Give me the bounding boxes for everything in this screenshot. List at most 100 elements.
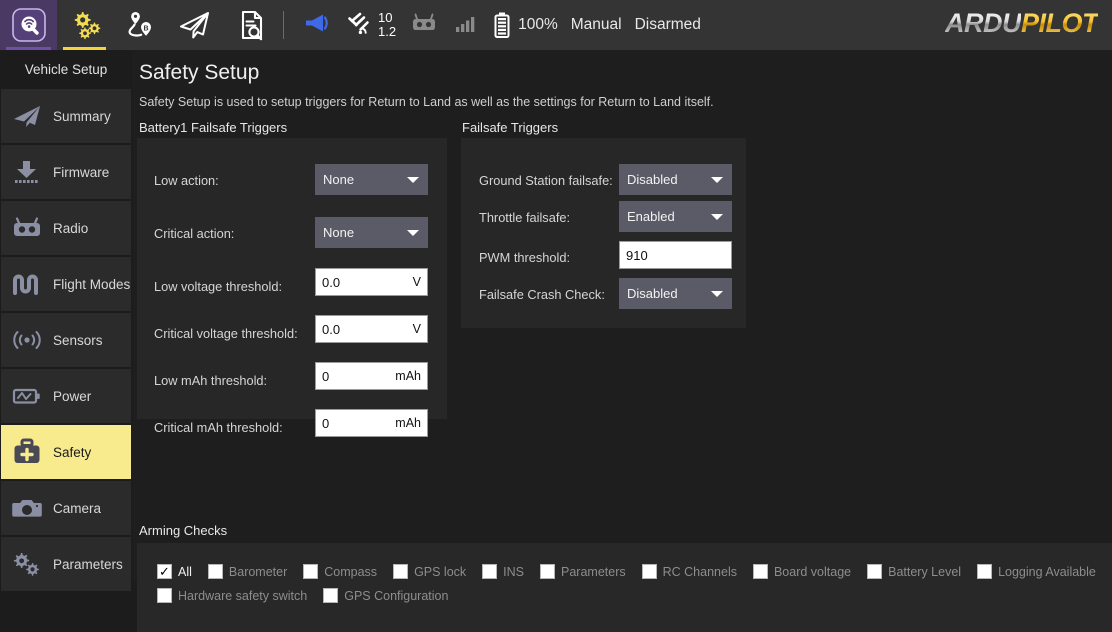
critical-mah-threshold-input[interactable]: 0 mAh <box>315 409 428 437</box>
arming-check-battery-level[interactable]: Battery Level <box>867 564 961 579</box>
checkbox-barometer[interactable] <box>208 564 223 579</box>
sidebar-item-safety[interactable]: Safety <box>1 425 131 479</box>
arming-check-all[interactable]: ✓ All <box>157 564 192 579</box>
arming-check-ins[interactable]: INS <box>482 564 524 579</box>
gps-indicator[interactable]: 10 1.2 <box>347 11 396 38</box>
sidebar-item-camera[interactable]: Camera <box>1 481 131 535</box>
checkbox-battery-level[interactable] <box>867 564 882 579</box>
vehicle-setup-button[interactable] <box>57 0 112 50</box>
vehicle-setup-gears-icon <box>67 8 103 42</box>
fly-button[interactable] <box>167 0 222 50</box>
checkbox-logging-available[interactable] <box>977 564 992 579</box>
sidebar-item-power[interactable]: Power <box>1 369 131 423</box>
armed-state-label[interactable]: Disarmed <box>635 16 701 34</box>
failsafe-crash-check-dropdown[interactable]: Disabled <box>619 278 732 309</box>
ground-station-failsafe-value: Disabled <box>627 172 678 187</box>
checkbox-rc-channels[interactable] <box>642 564 657 579</box>
message-indicator[interactable] <box>296 11 338 40</box>
critical-action-dropdown[interactable]: None <box>315 217 428 248</box>
chevron-down-icon <box>711 291 723 297</box>
sidebar-item-label: Parameters <box>53 557 123 572</box>
logo-ardu-text: ARDU <box>945 8 1021 38</box>
qgc-logo-button[interactable] <box>0 0 57 50</box>
checkbox-gps-lock[interactable] <box>393 564 408 579</box>
arming-check-label: GPS lock <box>414 565 466 579</box>
signal-bars-icon <box>454 13 478 33</box>
plan-button[interactable]: B <box>112 0 167 50</box>
ground-station-failsafe-dropdown[interactable]: Disabled <box>619 164 732 195</box>
checkbox-all[interactable]: ✓ <box>157 564 172 579</box>
chevron-down-icon <box>711 177 723 183</box>
sidebar-title: Vehicle Setup <box>0 50 132 89</box>
low-action-dropdown[interactable]: None <box>315 164 428 195</box>
arming-check-label: Board voltage <box>774 565 851 579</box>
arming-check-board-voltage[interactable]: Board voltage <box>753 564 851 579</box>
sidebar-item-sensors[interactable]: Sensors <box>1 313 131 367</box>
arming-check-label: Compass <box>324 565 377 579</box>
arming-check-rc-channels[interactable]: RC Channels <box>642 564 737 579</box>
arming-check-hardware-safety-switch[interactable]: Hardware safety switch <box>157 588 307 603</box>
rc-indicator[interactable] <box>405 12 443 39</box>
flight-modes-icon <box>10 269 44 299</box>
arming-check-compass[interactable]: Compass <box>303 564 377 579</box>
sidebar-item-summary[interactable]: Summary <box>1 89 131 143</box>
plan-waypoints-icon: B <box>122 8 158 42</box>
sidebar-item-radio[interactable]: Radio <box>1 201 131 255</box>
pwm-threshold-value: 910 <box>626 248 648 263</box>
low-mah-threshold-input[interactable]: 0 mAh <box>315 362 428 390</box>
paper-plane-icon <box>10 101 44 131</box>
battery-indicator[interactable]: 100% <box>489 11 558 39</box>
arming-check-barometer[interactable]: Barometer <box>208 564 287 579</box>
throttle-failsafe-value: Enabled <box>627 209 675 224</box>
telemetry-indicator[interactable] <box>452 13 480 38</box>
sidebar-item-label: Radio <box>53 221 88 236</box>
checkbox-ins[interactable] <box>482 564 497 579</box>
sidebar-item-label: Camera <box>53 501 101 516</box>
camera-icon <box>10 493 44 523</box>
chevron-down-icon <box>407 177 419 183</box>
low-voltage-threshold-input[interactable]: 0.0 V <box>315 268 428 296</box>
checkbox-gps-configuration[interactable] <box>323 588 338 603</box>
chevron-down-icon <box>711 214 723 220</box>
arming-check-gps-lock[interactable]: GPS lock <box>393 564 466 579</box>
critical-voltage-threshold-unit: V <box>413 322 421 336</box>
sensors-waves-icon <box>10 325 44 355</box>
arming-check-label: Barometer <box>229 565 287 579</box>
battery-icon <box>493 11 511 39</box>
low-action-value: None <box>323 172 354 187</box>
flight-mode-label[interactable]: Manual <box>571 16 622 34</box>
sidebar-item-firmware[interactable]: Firmware <box>1 145 131 199</box>
analyze-document-icon <box>232 8 268 42</box>
checkbox-parameters[interactable] <box>540 564 555 579</box>
safety-setup-page: Safety Setup Safety Setup is used to set… <box>132 50 1112 582</box>
chevron-down-icon <box>407 230 419 236</box>
low-voltage-threshold-unit: V <box>413 275 421 289</box>
battery-power-icon <box>10 381 44 411</box>
low-voltage-threshold-label: Low voltage threshold: <box>154 279 314 294</box>
arming-check-parameters[interactable]: Parameters <box>540 564 626 579</box>
pwm-threshold-input[interactable]: 910 <box>619 241 732 269</box>
checkbox-hardware-safety-switch[interactable] <box>157 588 172 603</box>
low-mah-threshold-label: Low mAh threshold: <box>154 373 314 388</box>
arming-check-label: Logging Available <box>998 565 1096 579</box>
critical-mah-threshold-value: 0 <box>322 416 329 431</box>
sidebar-item-flight-modes[interactable]: Flight Modes <box>1 257 131 311</box>
low-mah-threshold-value: 0 <box>322 369 329 384</box>
sidebar-item-label: Sensors <box>53 333 103 348</box>
arming-check-gps-configuration[interactable]: GPS Configuration <box>323 588 448 603</box>
failsafe-crash-check-label: Failsafe Crash Check: <box>479 287 624 302</box>
critical-action-value: None <box>323 225 354 240</box>
arming-check-logging-available[interactable]: Logging Available <box>977 564 1096 579</box>
critical-mah-threshold-label: Critical mAh threshold: <box>154 420 314 435</box>
battery-percent-label: 100% <box>518 16 558 34</box>
analyze-button[interactable] <box>222 0 277 50</box>
sidebar-item-parameters[interactable]: Parameters <box>1 537 131 591</box>
arming-checks-label: Arming Checks <box>139 523 227 538</box>
throttle-failsafe-dropdown[interactable]: Enabled <box>619 201 732 232</box>
sidebar-item-label: Power <box>53 389 91 404</box>
throttle-failsafe-label: Throttle failsafe: <box>479 210 624 225</box>
checkbox-compass[interactable] <box>303 564 318 579</box>
critical-voltage-threshold-input[interactable]: 0.0 V <box>315 315 428 343</box>
low-mah-threshold-unit: mAh <box>395 369 421 383</box>
checkbox-board-voltage[interactable] <box>753 564 768 579</box>
